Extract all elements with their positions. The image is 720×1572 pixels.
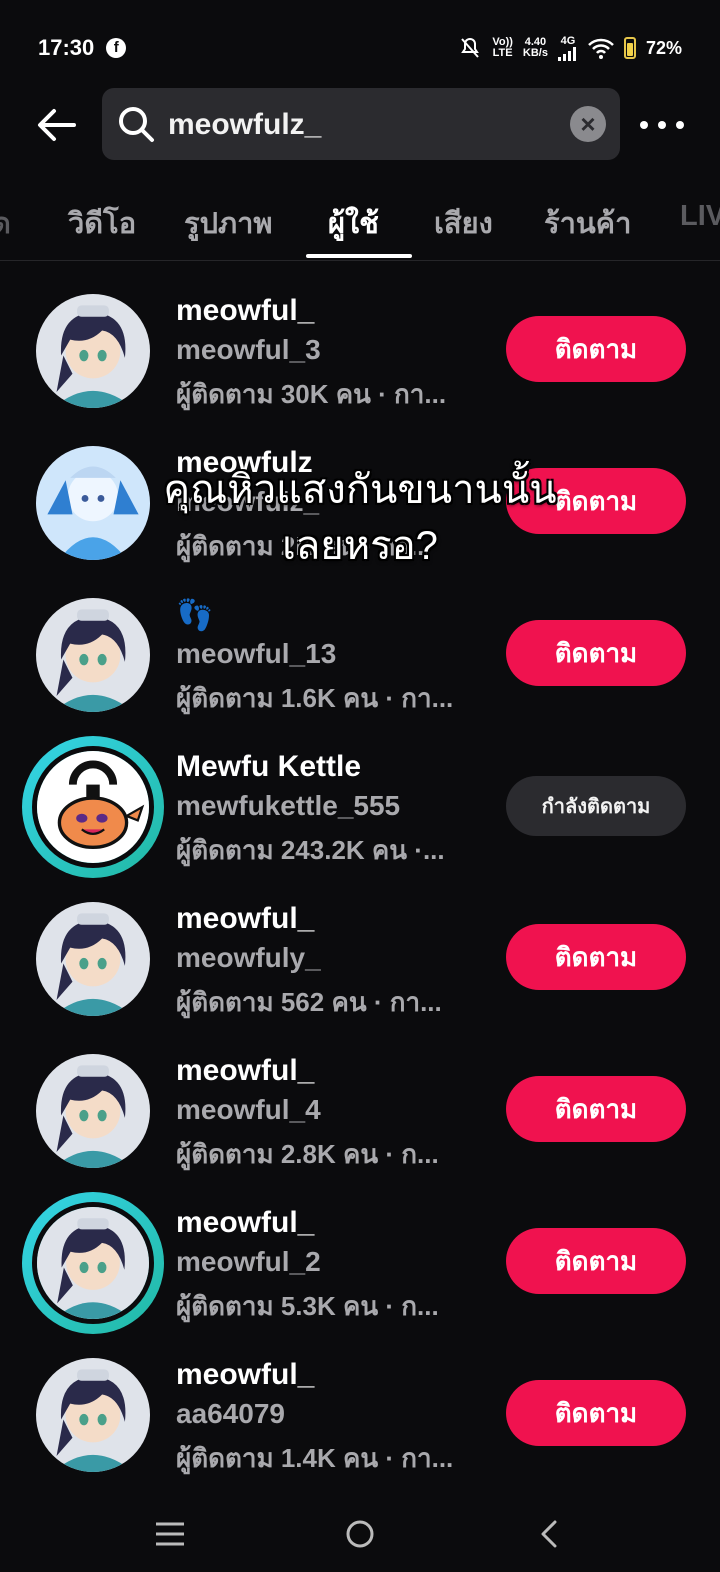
follow-button[interactable]: ติดตาม — [506, 620, 686, 686]
user-row[interactable]: meowful_ meowful_2 ผู้ติดตาม 5.3K คน · ก..… — [0, 1192, 720, 1334]
user-handle: meowfuly_ — [176, 942, 321, 973]
system-nav-bar — [0, 1492, 720, 1572]
back-chevron-icon[interactable] — [530, 1514, 570, 1554]
follower-count: ผู้ติดตาม 562 คน · กา... — [176, 987, 442, 1017]
active-tab-indicator — [306, 254, 412, 258]
user-display-name: meowful_ — [176, 902, 315, 935]
clear-search-button[interactable]: × — [570, 106, 606, 142]
avatar-image — [32, 746, 154, 868]
follower-count: ผู้ติดตาม 1.6K คน · กา... — [176, 683, 454, 713]
user-display-name: Mewfu Kettle — [176, 750, 362, 783]
network-speed: 4.40 KB/s — [522, 36, 548, 59]
facebook-icon: f — [106, 38, 127, 58]
avatar[interactable] — [36, 1358, 150, 1472]
avatar[interactable] — [36, 1054, 150, 1168]
user-display-name: 👣 — [176, 599, 214, 632]
tab-users[interactable]: ผู้ใช้ — [328, 200, 379, 246]
tab-sounds[interactable]: เสียง — [434, 200, 493, 246]
search-input[interactable]: meowfulz_ × — [102, 88, 620, 160]
user-row[interactable]: meowful_ meowful_4 ผู้ติดตาม 2.8K คน · ก..… — [0, 1042, 720, 1182]
user-row[interactable]: meowful_ aa64079 ผู้ติดตาม 1.4K คน · กา...… — [0, 1346, 720, 1486]
tab-photos[interactable]: รูปภาพ — [184, 200, 273, 246]
battery-icon — [623, 37, 636, 59]
user-display-name: meowful_ — [176, 1358, 315, 1391]
follower-count: ผู้ติดตาม 243.2K คน ·... — [176, 835, 445, 865]
follower-count: ผู้ติดตาม 1.4K คน · กา... — [176, 1443, 454, 1473]
user-row[interactable]: meowful_ meowfuly_ ผู้ติดตาม 562 คน · กา..… — [0, 890, 720, 1030]
user-handle: mewfukettle_555 — [176, 790, 401, 821]
follow-button[interactable]: ติดตาม — [506, 1228, 686, 1294]
user-row[interactable]: meowful_ meowful_3 ผู้ติดตาม 30K คน · กา..… — [0, 282, 720, 422]
home-circle-icon[interactable] — [340, 1514, 380, 1554]
avatar[interactable] — [22, 1192, 164, 1334]
user-row[interactable]: 👣 meowful_13 ผู้ติดตาม 1.6K คน · กา... ติดต… — [0, 586, 720, 726]
volte-indicator: Vo)) LTE — [492, 36, 513, 59]
user-display-name: meowful_ — [176, 1054, 315, 1087]
follow-button[interactable]: ติดตาม — [506, 1076, 686, 1142]
tab-shop[interactable]: ร้านค้า — [544, 200, 631, 246]
status-bar: 17:30 f Vo)) LTE 4.40 KB/s 4G 72% — [0, 0, 720, 96]
battery-level: 72% — [645, 37, 682, 58]
user-handle: meowful_3 — [176, 334, 321, 365]
avatar[interactable] — [36, 902, 150, 1016]
avatar[interactable] — [36, 294, 150, 408]
follow-button[interactable]: ติดตาม — [506, 924, 686, 990]
avatar[interactable] — [22, 736, 164, 878]
signal-indicator: 4G — [557, 35, 578, 61]
search-tabs: ด วิดีโอ รูปภาพ ผู้ใช้ เสียง ร้านค้า LIV — [0, 186, 720, 261]
search-icon — [119, 107, 154, 142]
more-dot — [658, 121, 666, 129]
clock: 17:30 — [38, 35, 95, 60]
tab-videos[interactable]: วิดีโอ — [68, 200, 136, 246]
user-row[interactable]: Mewfu Kettle mewfukettle_555 ผู้ติดตาม 243… — [0, 736, 720, 878]
follower-count: ผู้ติดตาม 2.8K คน · ก... — [176, 1139, 439, 1169]
follow-button[interactable]: ติดตาม — [506, 316, 686, 382]
tab-partial-left[interactable]: ด — [0, 200, 11, 246]
avatar-image — [32, 1202, 154, 1324]
avatar[interactable] — [36, 598, 150, 712]
caption-line-2: เลยหรอ? — [282, 524, 438, 568]
more-options-button[interactable] — [640, 110, 684, 140]
following-button[interactable]: กำลังติดตาม — [506, 776, 686, 836]
more-dot — [640, 121, 648, 129]
user-handle: meowful_13 — [176, 638, 337, 669]
menu-icon[interactable] — [150, 1514, 190, 1554]
follower-count: ผู้ติดตาม 30K คน · กา... — [176, 379, 447, 409]
user-handle: meowful_4 — [176, 1094, 321, 1125]
more-dot — [676, 121, 684, 129]
video-caption-overlay: คุณหิวแสงกันขนานนั้น เลยหรอ? — [0, 462, 720, 574]
caption-line-1: คุณหิวแสงกันขนานนั้น — [163, 468, 557, 512]
follower-count: ผู้ติดตาม 5.3K คน · ก... — [176, 1291, 439, 1321]
search-query: meowfulz_ — [168, 108, 322, 141]
signal-icon — [557, 46, 576, 61]
user-handle: meowful_2 — [176, 1246, 321, 1277]
user-handle: aa64079 — [176, 1398, 286, 1429]
wifi-icon — [588, 38, 614, 59]
tab-live[interactable]: LIV — [680, 200, 720, 233]
user-display-name: meowful_ — [176, 294, 315, 327]
follow-button[interactable]: ติดตาม — [506, 1380, 686, 1446]
mute-bell-icon — [461, 37, 480, 58]
user-display-name: meowful_ — [176, 1206, 315, 1239]
search-header: meowfulz_ × — [0, 88, 720, 162]
back-arrow-icon[interactable] — [34, 102, 80, 148]
